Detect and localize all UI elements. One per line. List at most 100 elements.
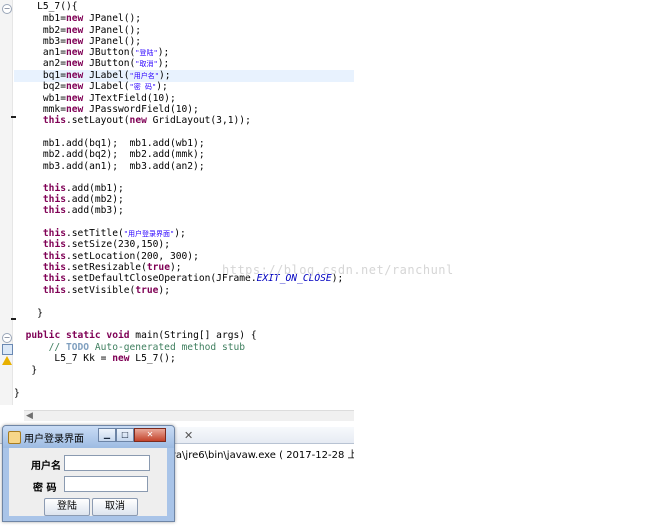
watermark: https://blog.csdn.net/ranchunl — [222, 263, 454, 277]
keyword: new — [65, 36, 84, 47]
code-token: JLabel( — [83, 70, 130, 81]
code-token: bq2= — [14, 81, 66, 92]
code-line[interactable]: this.setVisible(true); — [14, 285, 170, 297]
code-line[interactable]: } — [14, 388, 20, 400]
code-line[interactable]: mb2.add(bq2); mb2.add(mmk); — [14, 149, 205, 161]
comment: Auto-generated method stub — [89, 342, 246, 353]
keyword: this — [42, 239, 66, 250]
code-line[interactable]: public static void main(String[] args) { — [14, 330, 257, 342]
window-titlebar[interactable]: 用户登录界面 ▁ □ ✕ — [3, 426, 174, 448]
code-line[interactable]: L5_7(){ — [14, 1, 77, 13]
code-token: JTextField(10); — [83, 93, 176, 104]
console-launch-path: va\jre6\bin\javaw.exe ( 2017-12-28 上午1 — [170, 450, 354, 461]
code-token: .setSize(230,150); — [66, 239, 170, 250]
code-token: .setResizable( — [66, 262, 147, 273]
keyword: new — [65, 104, 84, 115]
code-editor[interactable]: L5_7(){ mb1=new JPanel(); mb2=new JPanel… — [14, 0, 354, 405]
keyword: new — [129, 115, 147, 126]
code-token: ); — [158, 70, 171, 81]
keyword: this — [42, 194, 66, 205]
code-token: .setLocation(200, 300); — [66, 251, 199, 262]
code-token: .add(mb2); — [66, 194, 124, 205]
code-token: mb3.add(an1); mb3.add(an2); — [14, 161, 205, 172]
code-token: ); — [157, 58, 170, 69]
code-token: JPasswordField(10); — [83, 104, 199, 115]
code-token: mb1= — [14, 13, 66, 24]
keyword: new — [65, 13, 84, 24]
keyword: new — [65, 93, 84, 104]
code-line[interactable]: } — [14, 365, 37, 377]
code-line[interactable]: this.setLayout(new GridLayout(3,1)); — [14, 115, 251, 127]
code-line[interactable]: mb1=new JPanel(); — [14, 13, 141, 25]
code-token: wb1= — [14, 93, 66, 104]
keyword: true — [146, 262, 170, 273]
code-line[interactable]: this.setSize(230,150); — [14, 239, 170, 251]
code-token: ); — [158, 285, 170, 296]
keyword: this — [42, 251, 66, 262]
string-literal: "用户登录界面" — [123, 230, 175, 238]
code-token: mb2.add(bq2); mb2.add(mmk); — [14, 149, 205, 160]
login-window: 用户登录界面 ▁ □ ✕ 用户名 密 码 登陆 取消 — [2, 425, 175, 522]
username-field[interactable] — [64, 455, 150, 471]
keyword: this — [42, 205, 66, 216]
minimize-button[interactable]: ▁ — [98, 428, 116, 442]
code-token: JPanel(); — [83, 13, 142, 24]
comment: // — [48, 342, 66, 353]
cancel-button[interactable]: 取消 — [92, 498, 138, 516]
code-token: L5_7(); — [129, 353, 176, 364]
code-line[interactable]: mb3.add(an1); mb3.add(an2); — [14, 161, 205, 173]
code-token: bq1= — [14, 70, 66, 81]
code-token: JLabel( — [83, 81, 130, 92]
code-line[interactable]: } — [14, 308, 43, 320]
code-line[interactable]: L5_7 Kk = new L5_7(); — [14, 353, 176, 365]
code-line[interactable]: bq2=new JLabel("密 码"); — [14, 81, 168, 93]
string-literal: "取消" — [135, 60, 158, 68]
code-token: mb2= — [14, 25, 66, 36]
code-token: an1= — [14, 47, 66, 58]
code-line[interactable]: this.add(mb3); — [14, 205, 124, 217]
code-token: mb1.add(bq1); mb1.add(wb1); — [14, 138, 205, 149]
string-literal: "登陆" — [135, 49, 158, 57]
fold-collapse-icon[interactable]: − — [2, 333, 12, 343]
code-token: JButton( — [83, 47, 136, 58]
close-button[interactable]: ✕ — [134, 428, 166, 442]
horizontal-scrollbar[interactable]: ◀ — [24, 410, 354, 421]
code-token: ); — [157, 47, 170, 58]
keyword: new — [65, 25, 84, 36]
keyword: new — [65, 58, 84, 69]
password-field[interactable] — [64, 476, 148, 492]
login-button[interactable]: 登陆 — [44, 498, 90, 516]
keyword: public static void — [25, 330, 130, 341]
keyword: new — [112, 353, 130, 364]
maximize-button[interactable]: □ — [116, 428, 134, 442]
password-label: 密 码 — [33, 483, 57, 494]
code-token: L5_7 Kk = — [14, 353, 113, 364]
window-content: 用户名 密 码 登陆 取消 — [9, 448, 167, 516]
keyword: this — [42, 183, 66, 194]
fold-collapse-icon[interactable]: − — [2, 4, 12, 14]
code-token: .add(mb3); — [66, 205, 124, 216]
code-token: JPanel(); — [83, 36, 142, 47]
keyword: this — [42, 228, 66, 239]
error-marker-icon[interactable] — [2, 344, 13, 355]
scroll-left-icon[interactable]: ◀ — [26, 411, 33, 421]
code-line[interactable]: an2=new JButton("取消"); — [14, 58, 169, 70]
keyword: this — [42, 115, 66, 126]
keyword: new — [65, 47, 84, 58]
code-token: } — [14, 308, 43, 319]
code-token: .setVisible( — [66, 285, 136, 296]
code-token: .add(mb1); — [66, 183, 124, 194]
code-token: JButton( — [83, 58, 136, 69]
warning-icon[interactable] — [2, 356, 12, 365]
code-token: } — [14, 365, 38, 376]
java-app-icon — [8, 431, 21, 444]
console-close-icon[interactable]: ✕ — [184, 429, 193, 442]
code-token: .setTitle( — [66, 228, 124, 239]
